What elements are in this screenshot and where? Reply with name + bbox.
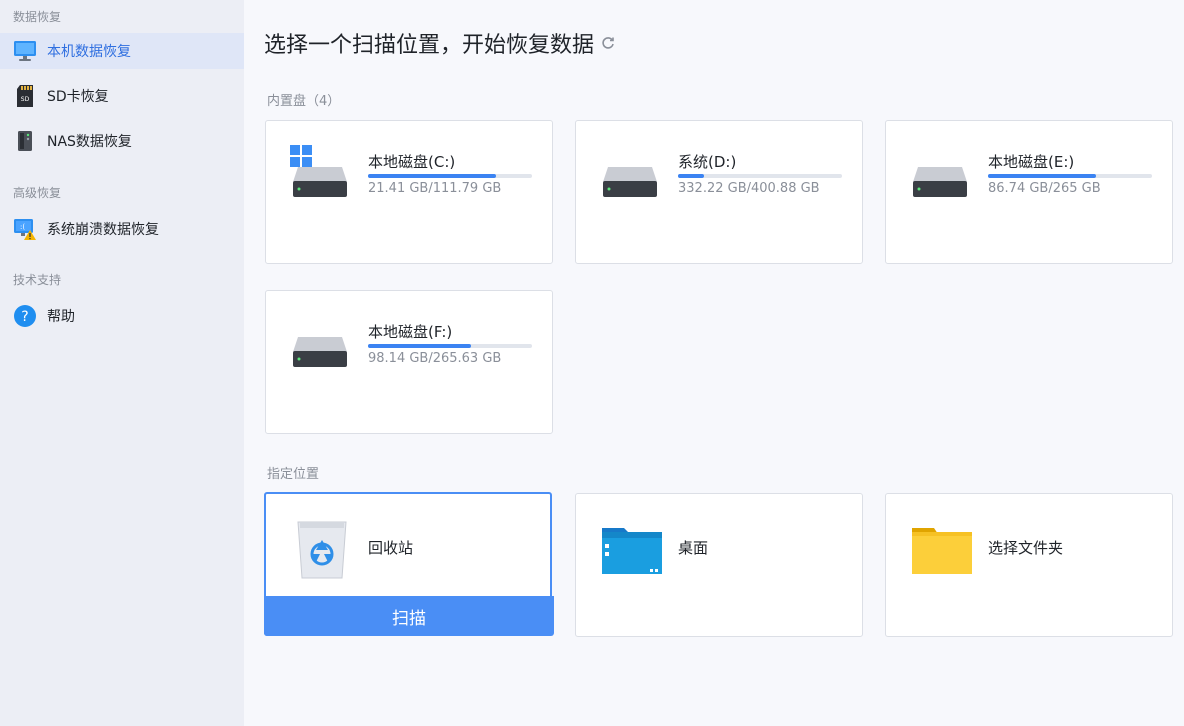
drive-card-d[interactable]: 系统(D:) 332.22 GB/400.88 GB xyxy=(575,120,863,264)
location-name: 桌面 xyxy=(678,539,709,557)
locations-section-title: 指定位置 xyxy=(267,467,320,482)
scan-button[interactable]: 扫描 xyxy=(264,596,554,636)
drive-usage-bar xyxy=(678,174,842,178)
nas-icon xyxy=(13,129,37,153)
drive-size: 98.14 GB/265.63 GB xyxy=(368,351,502,366)
drive-usage-fill xyxy=(368,344,472,348)
sidebar-item-sd-card[interactable]: SD SD卡恢复 xyxy=(0,78,244,114)
hard-drive-icon xyxy=(292,335,348,369)
drive-name: 本地磁盘(E:) xyxy=(988,153,1075,171)
sidebar-item-label: 帮助 xyxy=(47,309,75,325)
sidebar-item-label: SD卡恢复 xyxy=(47,89,109,105)
folder-icon xyxy=(910,518,974,582)
page-title: 选择一个扫描位置，开始恢复数据 xyxy=(264,27,616,59)
drive-name: 系统(D:) xyxy=(678,153,737,171)
sidebar-item-crash-recovery[interactable]: :( 系统崩溃数据恢复 xyxy=(0,211,244,247)
drive-size: 86.74 GB/265 GB xyxy=(988,181,1101,196)
drive-name: 本地磁盘(F:) xyxy=(368,323,453,341)
drive-name: 本地磁盘(C:) xyxy=(368,153,456,171)
drive-usage-bar xyxy=(368,344,532,348)
drive-usage-fill xyxy=(988,174,1097,178)
refresh-icon[interactable] xyxy=(600,35,616,51)
sidebar-item-local-recovery[interactable]: 本机数据恢复 xyxy=(0,33,244,69)
page-title-text: 选择一个扫描位置，开始恢复数据 xyxy=(264,33,595,58)
drive-usage-fill xyxy=(678,174,705,178)
drive-size: 21.41 GB/111.79 GB xyxy=(368,181,502,196)
hard-drive-icon xyxy=(292,165,348,199)
desktop-folder-icon xyxy=(600,518,664,582)
crash-monitor-icon: :( xyxy=(13,217,37,241)
sidebar-item-label: NAS数据恢复 xyxy=(47,134,132,150)
monitor-icon xyxy=(13,39,37,63)
drive-card-e[interactable]: 本地磁盘(E:) 86.74 GB/265 GB xyxy=(885,120,1173,264)
sidebar-item-nas[interactable]: NAS数据恢复 xyxy=(0,123,244,159)
drive-usage-bar xyxy=(988,174,1152,178)
drive-card-f[interactable]: 本地磁盘(F:) 98.14 GB/265.63 GB xyxy=(265,290,553,434)
drive-size: 332.22 GB/400.88 GB xyxy=(678,181,820,196)
drive-usage-bar xyxy=(368,174,532,178)
location-name: 选择文件夹 xyxy=(988,539,1064,557)
location-card-select-folder[interactable]: 选择文件夹 xyxy=(885,493,1173,637)
sidebar-section-data-recovery: 数据恢复 xyxy=(13,10,62,24)
hard-drive-icon xyxy=(602,165,658,199)
recycle-bin-icon xyxy=(290,518,354,582)
hard-drive-icon xyxy=(912,165,968,199)
sidebar-item-label: 本机数据恢复 xyxy=(47,44,131,60)
drives-section-title: 内置盘（4） xyxy=(267,94,341,109)
location-name: 回收站 xyxy=(368,539,414,557)
sidebar-item-label: 系统崩溃数据恢复 xyxy=(47,222,159,238)
help-icon: ? xyxy=(13,304,37,328)
location-card-desktop[interactable]: 桌面 xyxy=(575,493,863,637)
sidebar-section-support: 技术支持 xyxy=(13,273,62,287)
sidebar-section-advanced: 高级恢复 xyxy=(13,186,62,200)
svg-text:?: ? xyxy=(21,309,28,325)
location-card-recycle-bin[interactable]: 回收站 扫描 xyxy=(264,492,554,636)
windows-logo-icon xyxy=(290,145,312,167)
drive-usage-fill xyxy=(368,174,496,178)
sidebar-item-help[interactable]: ? 帮助 xyxy=(0,298,244,334)
svg-text:SD: SD xyxy=(21,96,30,103)
svg-text::(: :( xyxy=(20,223,25,231)
sidebar: 数据恢复 本机数据恢复 SD SD卡恢复 NAS数据恢复 高级恢复 :( 系统崩… xyxy=(0,0,244,726)
sd-card-icon: SD xyxy=(13,84,37,108)
drive-card-c[interactable]: 本地磁盘(C:) 21.41 GB/111.79 GB xyxy=(265,120,553,264)
